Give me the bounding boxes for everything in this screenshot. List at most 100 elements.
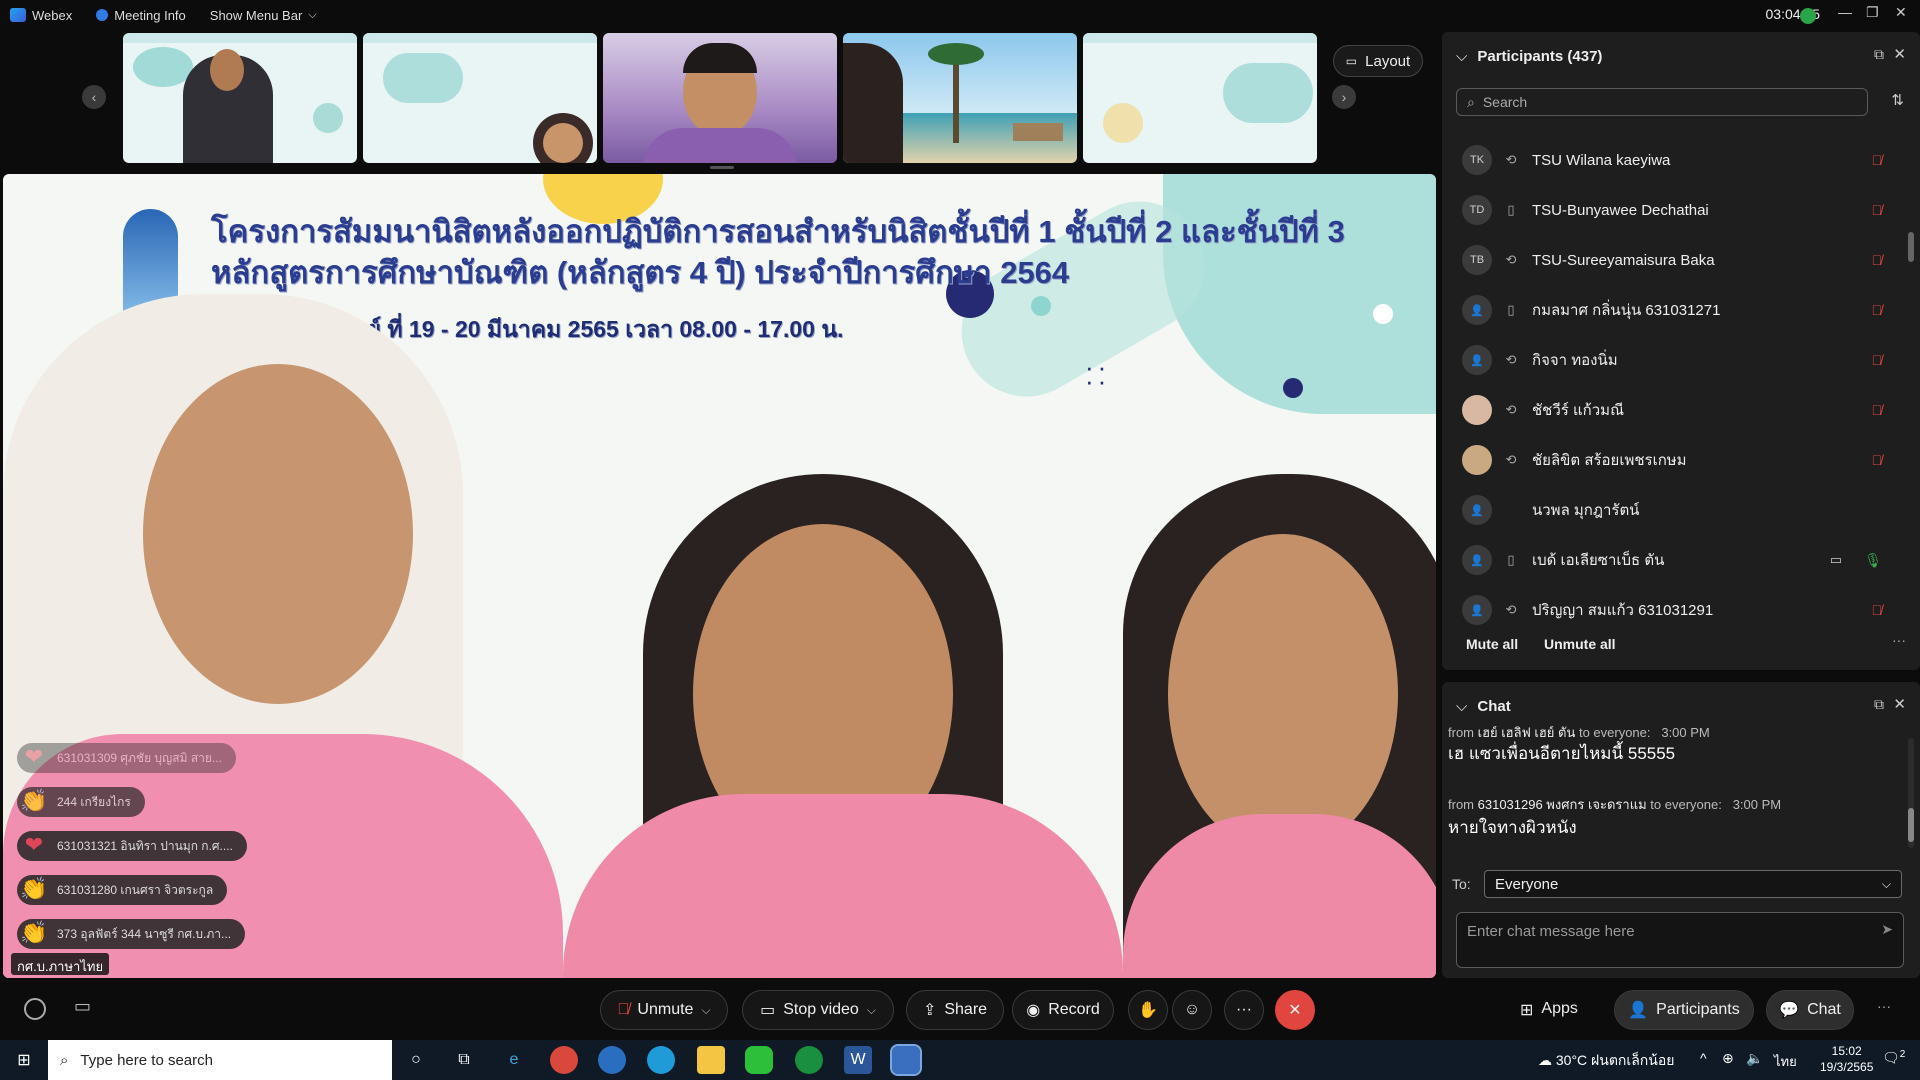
participant-row[interactable]: 👤 ⟲ ปริญญา สมแก้ว 631031291 🎙̸ (1442, 585, 1902, 635)
clap-icon: 👏 (20, 788, 48, 813)
muted-mic-icon[interactable]: 🎙̸ (1872, 452, 1883, 468)
active-speaker-video[interactable]: ·· ·· โครงการสัมมนานิสิตหลังออกปฏิบัติการ… (3, 174, 1436, 978)
edge-icon[interactable] (647, 1046, 675, 1074)
volume-icon[interactable]: 🔈 (1746, 1050, 1763, 1067)
video-thumbnail[interactable] (1083, 33, 1317, 163)
app-name: Webex (32, 7, 73, 23)
task-view-icon[interactable]: ⧉ (450, 1046, 478, 1074)
collapse-chevron-icon[interactable]: ⌵ (1456, 48, 1467, 65)
participant-row[interactable]: 👤 ⟲ กิจจา ทองนิ่ม 🎙̸ (1442, 335, 1902, 385)
chevron-down-icon[interactable]: ⌵ (701, 1003, 710, 1018)
chevron-down-icon[interactable]: ⌵ (867, 1003, 876, 1018)
show-menu-bar-button[interactable]: Show Menu Bar ⌵ (210, 8, 317, 23)
muted-mic-icon[interactable]: 🎙̸ (1872, 152, 1883, 168)
close-panel-button[interactable]: ✕ (1893, 45, 1906, 63)
sort-icon[interactable]: ⇅ (1891, 91, 1904, 109)
muted-mic-icon[interactable]: 🎙̸ (1872, 602, 1883, 618)
recipient-value: Everyone (1495, 875, 1559, 893)
unmute-all-button[interactable]: Unmute all (1544, 636, 1616, 652)
line-app-icon[interactable] (745, 1046, 773, 1074)
popout-icon[interactable]: ⧉ (1874, 696, 1884, 713)
video-thumbnail[interactable] (363, 33, 597, 163)
participant-name: ชัชวีร์ แก้วมณี (1532, 402, 1624, 419)
close-panel-button[interactable]: ✕ (1893, 695, 1906, 713)
video-thumbnail[interactable] (603, 33, 837, 163)
system-clock[interactable]: 15:02 19/3/2565 (1820, 1043, 1873, 1075)
leave-meeting-button[interactable]: ✕ (1275, 990, 1315, 1030)
more-options-icon[interactable]: ··· (1892, 632, 1906, 648)
filmstrip-next-button[interactable]: › (1332, 85, 1356, 109)
file-explorer-icon[interactable] (697, 1046, 725, 1074)
participant-row[interactable]: TD ▯ TSU-Bunyawee Dechathai 🎙̸ (1442, 185, 1902, 235)
webex-active-icon[interactable] (890, 1044, 922, 1076)
participant-row[interactable]: 👤 ▯ กมลมาศ กลิ่นนุ่น 631031271 🎙̸ (1442, 285, 1902, 335)
muted-mic-icon[interactable]: 🎙̸ (1872, 202, 1883, 218)
participants-button[interactable]: 👤 Participants (1614, 990, 1754, 1030)
share-button[interactable]: ⇪ Share (906, 990, 1004, 1030)
participants-header: ⌵ Participants (437) (1442, 32, 1920, 80)
start-button[interactable]: ⊞ (10, 1046, 38, 1074)
tray-chevron-icon[interactable]: ^ (1700, 1050, 1707, 1066)
chat-message-input[interactable]: Enter chat message here ➤ (1456, 912, 1904, 968)
filmstrip-resize-handle[interactable] (710, 166, 734, 169)
weather-widget[interactable]: ☁ 30°C ฝนตกเล็กน้อย (1538, 1050, 1674, 1072)
stop-video-button[interactable]: ▭ Stop video ⌵ (742, 990, 894, 1030)
language-indicator[interactable]: ไทย (1774, 1051, 1797, 1072)
video-thumbnail[interactable] (843, 33, 1077, 163)
mute-all-button[interactable]: Mute all (1466, 636, 1518, 652)
mic-on-icon[interactable]: 🎙 (1864, 552, 1882, 569)
collapse-chevron-icon[interactable]: ⌵ (1456, 698, 1467, 715)
popout-icon[interactable]: ⧉ (1874, 46, 1884, 63)
minimize-button[interactable]: — (1838, 4, 1852, 20)
close-window-button[interactable]: ✕ (1895, 4, 1907, 21)
webex-assistant-icon[interactable] (24, 998, 46, 1020)
chat-scrollbar[interactable] (1908, 738, 1914, 848)
chat-button[interactable]: 💬 Chat (1766, 990, 1854, 1030)
muted-mic-icon[interactable]: 🎙̸ (1872, 302, 1883, 318)
avatar: TK (1462, 145, 1492, 175)
network-icon[interactable]: ⊕ (1722, 1050, 1734, 1067)
participant-row[interactable]: ⟲ ชัยลิขิต สร้อยเพชรเกษม 🎙̸ (1442, 435, 1902, 485)
muted-mic-icon[interactable]: 🎙̸ (1872, 352, 1883, 368)
cortana-icon[interactable]: ○ (402, 1046, 430, 1074)
send-icon[interactable]: ➤ (1881, 921, 1893, 938)
chrome-icon[interactable] (550, 1046, 578, 1074)
participant-row[interactable]: 👤 นวพล มุกฎารัตน์ (1442, 485, 1902, 535)
participant-name: นวพล มุกฎารัตน์ (1532, 502, 1640, 519)
captions-icon[interactable]: ▭ (74, 996, 91, 1017)
meeting-info-button[interactable]: Meeting Info (96, 8, 186, 23)
reactions-button[interactable]: ☺ (1172, 990, 1212, 1030)
unmute-button[interactable]: 🎙̸ Unmute ⌵ (600, 990, 728, 1030)
participant-row[interactable]: ⟲ ชัชวีร์ แก้วมณี 🎙̸ (1442, 385, 1902, 435)
person-avatar-icon: 👤 (1462, 545, 1492, 575)
app-menu[interactable]: Webex (10, 8, 72, 23)
raise-hand-button[interactable]: ✋ (1128, 990, 1168, 1030)
search-icon: ⌕ (1467, 93, 1475, 110)
internet-explorer-icon[interactable]: e (500, 1046, 528, 1074)
record-button[interactable]: ◉ Record (1012, 990, 1114, 1030)
notification-icon[interactable]: 🗨2 (1882, 1049, 1905, 1067)
more-button[interactable]: ··· (1224, 990, 1264, 1030)
participant-row[interactable]: 👤 ▯ เบด้ เอเลียซาเบ็ธ ตัน ▭ 🎙 (1442, 535, 1902, 585)
more-options-icon[interactable]: ··· (1877, 998, 1891, 1014)
record-label: Record (1048, 1001, 1100, 1018)
layout-button[interactable]: ▭ Layout (1333, 45, 1423, 77)
webex-icon[interactable] (598, 1046, 626, 1074)
muted-mic-icon[interactable]: 🎙̸ (1872, 402, 1883, 418)
chrome-profile-icon[interactable] (795, 1046, 823, 1074)
muted-mic-icon[interactable]: 🎙̸ (1872, 252, 1883, 268)
taskbar-search-input[interactable]: ⌕ Type here to search (48, 1040, 392, 1080)
apps-button[interactable]: ⊞ Apps (1520, 1000, 1578, 1020)
word-icon[interactable]: W (844, 1046, 872, 1074)
participant-row[interactable]: TK ⟲ TSU Wilana kaeyiwa 🎙̸ (1442, 135, 1902, 185)
participants-scrollbar[interactable] (1908, 232, 1914, 262)
avatar: TD (1462, 195, 1492, 225)
participant-search-input[interactable]: ⌕ Search (1456, 88, 1868, 116)
participant-row[interactable]: TB ⟲ TSU-Sureeyamaisura Baka 🎙̸ (1442, 235, 1902, 285)
chevron-down-icon: ⌵ (1881, 876, 1891, 891)
filmstrip-prev-button[interactable]: ‹ (82, 85, 106, 109)
video-thumbnail[interactable] (123, 33, 357, 163)
recipient-select[interactable]: Everyone ⌵ (1484, 870, 1902, 898)
restore-button[interactable]: ❐ (1866, 4, 1879, 21)
person-face (143, 364, 413, 704)
